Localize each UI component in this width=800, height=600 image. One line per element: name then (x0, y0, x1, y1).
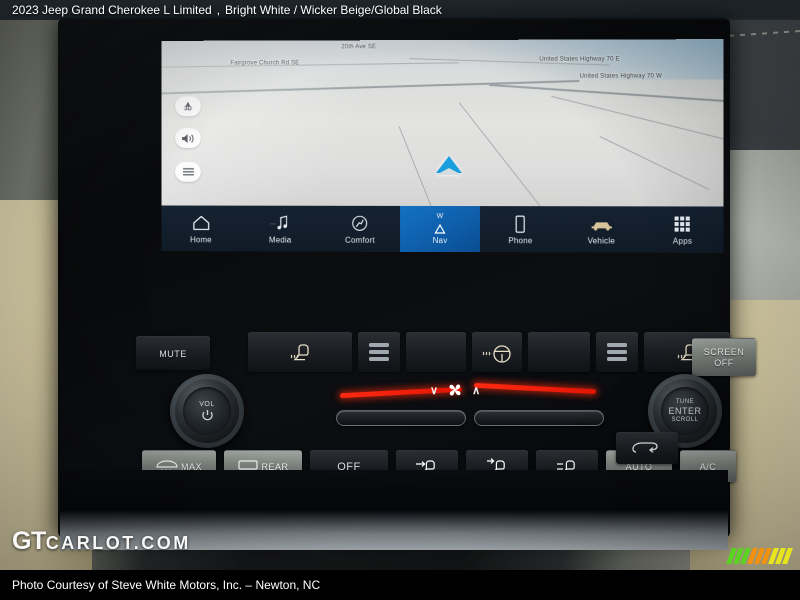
map-label: United States Highway 70 E (539, 56, 620, 63)
phone-icon (514, 214, 526, 234)
vent-right-slider[interactable] (596, 332, 638, 372)
watermark-prefix: GT (12, 527, 46, 555)
photo-credit-text: Photo Courtesy of Steve White Motors, In… (12, 578, 321, 592)
nav-tab-vehicle[interactable]: Vehicle (561, 206, 642, 252)
volume-icon[interactable] (175, 128, 201, 148)
heated-steering-wheel-icon (482, 344, 511, 363)
screen-off-line-2: OFF (714, 357, 734, 368)
screen-off-line-1: SCREEN (703, 346, 745, 357)
compass-heading-letter: W (436, 212, 444, 221)
vehicle-interior-photo: Fairgrove Church Rd SE 20th Ave SE Unite… (0, 0, 800, 600)
navigation-map[interactable]: Fairgrove Church Rd SE 20th Ave SE Unite… (161, 39, 724, 242)
tune-knob-face: TUNE ENTER SCROLL (661, 387, 709, 435)
nav-tab-label: Nav (432, 235, 448, 246)
nav-tab-nav[interactable]: W Nav (399, 205, 481, 253)
map-label: United States Highway 70 W (579, 73, 662, 80)
current-position-arrow (436, 155, 463, 174)
svg-text:···: ··· (270, 222, 276, 228)
vehicle-icon (589, 214, 613, 234)
map-road (599, 136, 710, 190)
hamburger-icon (182, 167, 195, 177)
comfort-seat-icon (350, 213, 369, 233)
map-road (458, 102, 546, 214)
site-watermark: GT CARLOT.COM (12, 527, 191, 556)
listing-colors: Bright White / Wicker Beige/Global Black (225, 3, 442, 17)
vent-left-slider[interactable] (358, 332, 400, 372)
map-road (488, 83, 724, 104)
uconnect-navbar: Home ··· Media Comfort W Nav Phone Vehic… (161, 205, 724, 253)
map-road (161, 62, 459, 68)
watermark-suffix: CARLOT.COM (45, 533, 191, 553)
heated-seat-icon (290, 343, 309, 360)
heated-seat-left-button[interactable] (248, 332, 352, 372)
volume-knob-face: VOL (183, 387, 231, 435)
screen-off-button[interactable]: SCREEN OFF (692, 338, 756, 376)
3d-view-icon[interactable]: ▲ 3D (175, 96, 201, 117)
nav-tab-media[interactable]: ··· Media (241, 206, 320, 252)
fan-up-chevron-icon[interactable]: ∧ (472, 384, 480, 397)
listing-year-model: 2023 Jeep Grand Cherokee L Limited (12, 3, 212, 17)
map-road (551, 95, 724, 141)
nav-tab-label: Vehicle (587, 235, 616, 246)
vent-lines-icon (607, 342, 627, 361)
recirculation-button[interactable] (616, 432, 678, 464)
compass-icon (434, 223, 446, 234)
speaker-icon (181, 133, 196, 144)
nav-tab-label: Apps (672, 236, 693, 246)
photo-credit-footer: Photo Courtesy of Steve White Motors, In… (0, 570, 800, 600)
mute-button[interactable]: MUTE (136, 336, 210, 370)
temp-glow-right (473, 382, 597, 395)
recirculate-icon (632, 441, 658, 453)
passenger-temperature-slider[interactable] (474, 410, 604, 426)
grid-apps-icon (674, 214, 691, 234)
nav-tab-apps[interactable]: Apps (642, 206, 723, 253)
nav-tab-phone[interactable]: Phone (480, 206, 561, 252)
volume-knob-label: VOL (199, 400, 215, 408)
vent-lines-icon (369, 342, 389, 361)
listing-separator: , (216, 3, 221, 17)
nav-tab-comfort[interactable]: Comfort (320, 206, 400, 252)
volume-power-knob[interactable]: VOL (170, 374, 244, 448)
3d-view-label: 3D (184, 105, 192, 112)
uconnect-touchscreen[interactable]: Fairgrove Church Rd SE 20th Ave SE Unite… (161, 39, 724, 253)
home-icon (192, 213, 211, 233)
mute-label: MUTE (159, 348, 187, 359)
fan-down-chevron-icon[interactable]: ∨ (430, 384, 438, 397)
music-note-icon: ··· (270, 213, 290, 233)
power-icon (201, 409, 213, 420)
fan-speed-control[interactable]: ∨ ∧ (430, 380, 480, 400)
menu-icon[interactable] (175, 161, 201, 182)
nav-tab-label: Media (268, 235, 292, 245)
scroll-label: SCROLL (671, 416, 699, 423)
map-label: 20th Ave SE (341, 44, 377, 51)
nav-tab-label: Home (190, 234, 212, 244)
driver-temperature-slider[interactable] (336, 410, 466, 426)
fan-blade-icon (449, 384, 461, 396)
brand-accent-bars (726, 548, 793, 564)
heated-steering-button[interactable] (472, 332, 522, 372)
map-label: Fairgrove Church Rd SE (230, 60, 300, 67)
nav-tab-label: Phone (508, 235, 533, 245)
nav-tab-home[interactable]: Home (161, 205, 240, 251)
center-vent-panel[interactable] (406, 332, 466, 372)
enter-label: ENTER (668, 405, 702, 416)
nav-tab-label: Comfort (345, 235, 375, 245)
listing-title-bar: 2023 Jeep Grand Cherokee L Limited , Bri… (0, 0, 800, 20)
center-vent-panel-right[interactable] (528, 332, 590, 372)
